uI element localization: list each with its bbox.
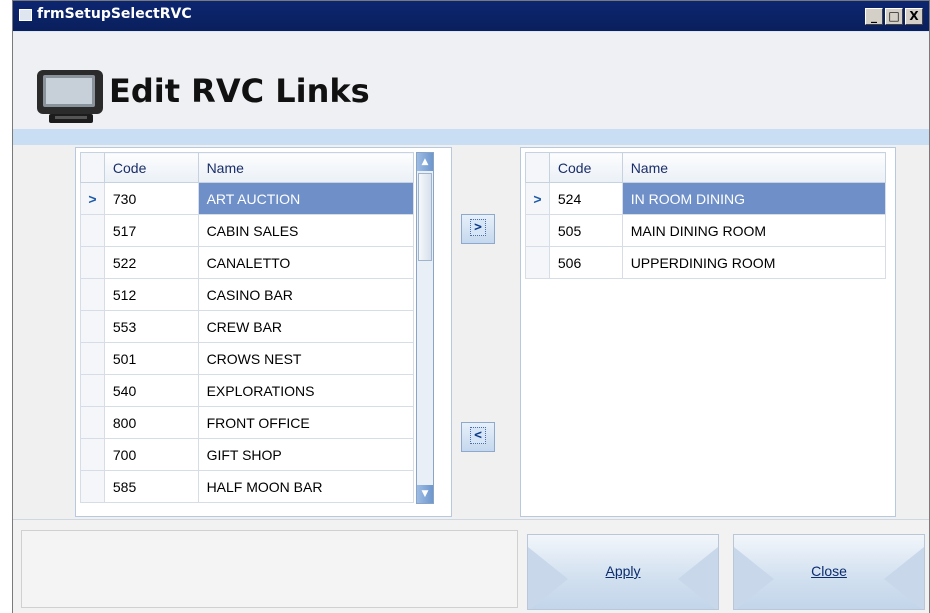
table-row[interactable]: 700 GIFT SHOP [80, 438, 415, 471]
table-row[interactable]: >524 IN ROOM DINING [525, 182, 887, 215]
remove-link-label: < [470, 427, 486, 444]
column-header-code[interactable]: Code [103, 152, 199, 183]
apply-button-label: Apply [605, 563, 641, 579]
rvc-setup-window: frmSetupSelectRVC _ □ X Edit RVC Links C… [12, 0, 930, 613]
grid-header-row: Code Name [80, 152, 415, 183]
remove-link-button[interactable]: < [461, 422, 495, 452]
row-indicator[interactable] [80, 374, 105, 407]
row-indicator[interactable] [80, 406, 105, 439]
table-row[interactable]: 512 CASINO BAR [80, 278, 415, 311]
row-indicator[interactable] [80, 246, 105, 279]
close-button[interactable]: Close [733, 534, 925, 610]
available-grid-scrollbar[interactable]: ▲ ▼ [416, 152, 434, 504]
maximize-button[interactable]: □ [885, 8, 903, 25]
cell-name[interactable]: ART AUCTION [197, 182, 415, 215]
scroll-down-icon[interactable]: ▼ [417, 485, 433, 503]
row-indicator[interactable]: > [525, 182, 550, 215]
cell-code[interactable]: 522 [103, 246, 199, 279]
column-header-name[interactable]: Name [197, 152, 415, 183]
table-row[interactable]: 540 EXPLORATIONS [80, 374, 415, 407]
cell-code[interactable]: 800 [103, 406, 199, 439]
footer-bar: Apply Close [13, 519, 929, 613]
close-button-label: Close [811, 563, 847, 579]
scroll-up-icon[interactable]: ▲ [417, 153, 433, 171]
row-indicator[interactable] [80, 342, 105, 375]
cell-code[interactable]: 506 [548, 246, 623, 279]
grid-header-row: Code Name [525, 152, 887, 183]
status-area [21, 530, 518, 608]
cell-name[interactable]: CROWS NEST [197, 342, 415, 375]
available-rvc-grid: Code Name >730 ART AUCTION 517 CABIN SALES 5… [80, 152, 415, 503]
cell-name[interactable]: EXPLORATIONS [197, 374, 415, 407]
minimize-button[interactable]: _ [865, 8, 883, 25]
close-window-button[interactable]: X [905, 8, 923, 25]
column-header-code[interactable]: Code [548, 152, 623, 183]
cell-name[interactable]: FRONT OFFICE [197, 406, 415, 439]
cell-name[interactable]: IN ROOM DINING [621, 182, 887, 215]
apply-button[interactable]: Apply [527, 534, 719, 610]
table-row[interactable]: 517 CABIN SALES [80, 214, 415, 247]
table-row[interactable]: 506 UPPERDINING ROOM [525, 246, 887, 279]
cell-name[interactable]: GIFT SHOP [197, 438, 415, 471]
header-divider [13, 129, 929, 145]
cell-code[interactable]: 700 [103, 438, 199, 471]
column-header-name[interactable]: Name [621, 152, 887, 183]
table-row[interactable]: 505 MAIN DINING ROOM [525, 214, 887, 247]
window-title: frmSetupSelectRVC [37, 6, 192, 22]
cell-code[interactable]: 505 [548, 214, 623, 247]
cell-code[interactable]: 517 [103, 214, 199, 247]
cell-name[interactable]: CABIN SALES [197, 214, 415, 247]
cell-code[interactable]: 540 [103, 374, 199, 407]
pos-terminal-icon [37, 70, 103, 123]
page-header: Edit RVC Links [13, 31, 929, 132]
row-indicator[interactable] [80, 278, 105, 311]
title-bar[interactable]: frmSetupSelectRVC _ □ X [13, 1, 929, 31]
cell-code[interactable]: 730 [103, 182, 199, 215]
row-indicator[interactable]: > [80, 182, 105, 215]
add-link-label: > [470, 219, 486, 236]
cell-name[interactable]: MAIN DINING ROOM [621, 214, 887, 247]
row-indicator[interactable] [80, 470, 105, 503]
table-row[interactable]: >730 ART AUCTION [80, 182, 415, 215]
app-icon [19, 9, 32, 21]
cell-code[interactable]: 501 [103, 342, 199, 375]
add-link-button[interactable]: > [461, 214, 495, 244]
cell-code[interactable]: 512 [103, 278, 199, 311]
cell-name[interactable]: HALF MOON BAR [197, 470, 415, 503]
cell-code[interactable]: 553 [103, 310, 199, 343]
row-indicator[interactable] [80, 214, 105, 247]
table-row[interactable]: 501 CROWS NEST [80, 342, 415, 375]
table-row[interactable]: 585 HALF MOON BAR [80, 470, 415, 503]
table-row[interactable]: 553 CREW BAR [80, 310, 415, 343]
row-indicator[interactable] [80, 438, 105, 471]
row-header-corner [525, 152, 550, 183]
cell-name[interactable]: CASINO BAR [197, 278, 415, 311]
row-indicator[interactable] [525, 214, 550, 247]
cell-code[interactable]: 524 [548, 182, 623, 215]
row-header-corner [80, 152, 105, 183]
cell-name[interactable]: CANALETTO [197, 246, 415, 279]
linked-rvc-grid: Code Name >524 IN ROOM DINING 505 MAIN DINI… [525, 152, 887, 279]
scroll-thumb[interactable] [418, 173, 432, 261]
cell-name[interactable]: CREW BAR [197, 310, 415, 343]
row-indicator[interactable] [525, 246, 550, 279]
row-indicator[interactable] [80, 310, 105, 343]
available-rvc-panel: Code Name >730 ART AUCTION 517 CABIN SALES 5… [75, 147, 452, 517]
page-title: Edit RVC Links [109, 72, 370, 110]
linked-rvc-panel: Code Name >524 IN ROOM DINING 505 MAIN DINI… [520, 147, 896, 517]
table-row[interactable]: 522 CANALETTO [80, 246, 415, 279]
table-row[interactable]: 800 FRONT OFFICE [80, 406, 415, 439]
cell-code[interactable]: 585 [103, 470, 199, 503]
cell-name[interactable]: UPPERDINING ROOM [621, 246, 887, 279]
